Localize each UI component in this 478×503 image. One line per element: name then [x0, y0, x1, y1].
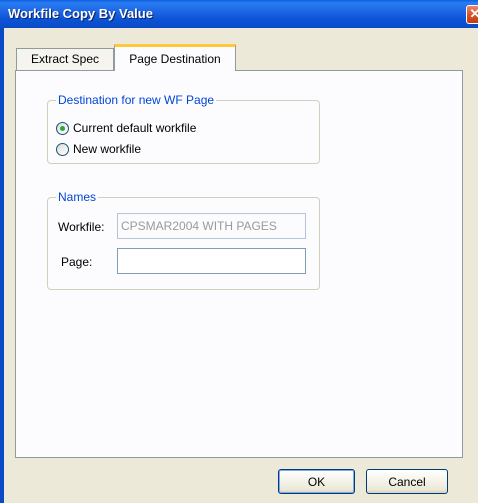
names-groupbox: Names Workfile: Page:	[47, 190, 320, 290]
tab-panel: Destination for new WF Page Current defa…	[15, 70, 463, 458]
tab-extract-spec[interactable]: Extract Spec	[16, 48, 114, 70]
destination-group-legend: Destination for new WF Page	[56, 93, 217, 107]
workfile-label: Workfile:	[58, 220, 105, 234]
radio-label: New workfile	[73, 142, 142, 156]
ok-button[interactable]: OK	[278, 469, 355, 494]
window-title: Workfile Copy By Value	[8, 6, 153, 21]
page-label: Page:	[61, 255, 93, 269]
radio-checked-icon[interactable]	[56, 121, 69, 135]
names-group-legend: Names	[56, 190, 99, 204]
tab-page-destination[interactable]: Page Destination	[114, 44, 236, 71]
radio-label: Current default workfile	[73, 121, 197, 135]
title-bar[interactable]: Workfile Copy By Value ✕	[0, 0, 478, 28]
radio-new-workfile[interactable]: New workfile	[56, 141, 141, 157]
dialog-window: Workfile Copy By Value ✕ Extract Spec Pa…	[0, 0, 478, 503]
destination-groupbox: Destination for new WF Page Current defa…	[47, 93, 320, 164]
cancel-button[interactable]: Cancel	[366, 469, 448, 494]
window-frame-left	[0, 28, 4, 503]
close-icon[interactable]: ✕	[466, 5, 478, 24]
page-field[interactable]	[117, 248, 306, 274]
workfile-field	[117, 213, 306, 239]
radio-current-default-workfile[interactable]: Current default workfile	[56, 120, 196, 136]
radio-unchecked-icon[interactable]	[56, 142, 69, 156]
